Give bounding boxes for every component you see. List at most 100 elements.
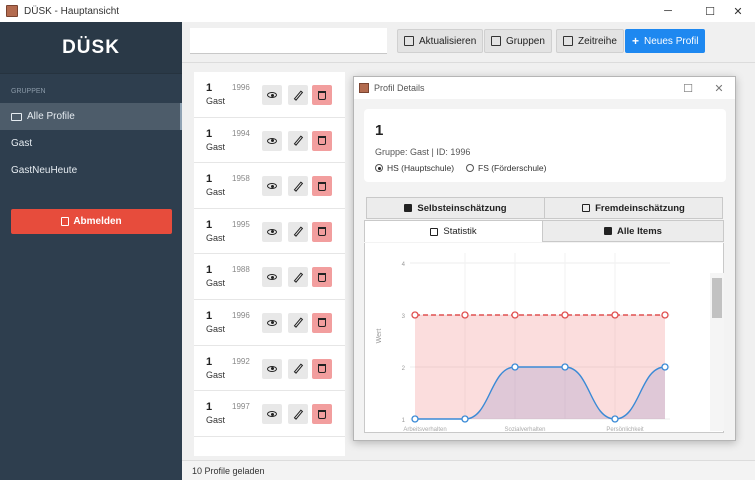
folder-icon (11, 112, 22, 121)
dialog-maximize-button[interactable]: ☐ (679, 79, 697, 97)
view-button[interactable] (262, 85, 282, 105)
pencil-icon (293, 226, 303, 237)
groups-header: GRUPPEN (11, 88, 46, 95)
trash-icon (318, 90, 326, 100)
radio-hs[interactable]: HS (Hauptschule) (375, 163, 454, 173)
dialog-title: Profil Details (374, 83, 425, 93)
list-item[interactable]: 1 Gast 1995 (194, 209, 345, 255)
view-button[interactable] (262, 221, 282, 242)
view-button[interactable] (262, 130, 282, 151)
sidebar: DÜSK GRUPPEN Alle Profile Gast GastNeuHe… (0, 22, 182, 480)
profile-id: 1 (206, 173, 213, 186)
pencil-icon (293, 272, 303, 283)
profile-id: 1 (206, 309, 213, 322)
profile-year: 1992 (232, 356, 250, 366)
profile-year: 1958 (232, 174, 250, 184)
tab-self-assessment[interactable]: Selbsteinschätzung (366, 197, 545, 219)
profile-year: 1997 (232, 402, 250, 412)
delete-button[interactable] (312, 267, 332, 288)
list-item[interactable]: 1 Gast 1992 (194, 346, 345, 392)
edit-button[interactable] (288, 312, 308, 333)
profile-group: Gast (206, 96, 226, 106)
radio-unselected-icon (466, 164, 474, 172)
edit-button[interactable] (288, 267, 308, 288)
profile-group: Gast (206, 415, 226, 426)
view-button[interactable] (262, 404, 282, 425)
view-button[interactable] (262, 267, 282, 288)
edit-button[interactable] (288, 176, 308, 197)
groups-label: Gruppen (506, 35, 545, 47)
profile-year: 1995 (232, 219, 250, 229)
radio-fs[interactable]: FS (Förderschule) (466, 163, 547, 173)
sidebar-item-gastneuheute[interactable]: GastNeuHeute (0, 157, 182, 184)
window-title: DÜSK - Hauptansicht (24, 5, 120, 17)
chart-scrollbar[interactable] (710, 273, 724, 431)
list-item[interactable]: 1 Gast 1958 (194, 163, 345, 209)
new-profile-button[interactable]: + Neues Profil (625, 29, 706, 53)
delete-button[interactable] (312, 221, 332, 242)
view-button[interactable] (262, 312, 282, 333)
trash-icon (318, 227, 326, 237)
plus-icon: + (632, 34, 640, 48)
edit-button[interactable] (288, 404, 308, 425)
groups-button[interactable]: Gruppen (484, 29, 552, 53)
minimize-button[interactable]: ─ (651, 0, 685, 22)
clipboard-icon (604, 227, 613, 235)
delete-button[interactable] (312, 176, 332, 197)
sidebar-item-label: Alle Profile (27, 111, 75, 122)
data-point-blue (511, 363, 519, 371)
pencil-icon (293, 135, 303, 146)
view-button[interactable] (262, 358, 282, 379)
list-item[interactable]: 1 Gast 1988 (194, 254, 345, 300)
tab-all-items[interactable]: Alle Items (542, 220, 724, 242)
sidebar-item-all-profiles[interactable]: Alle Profile (0, 103, 182, 130)
timeseries-button[interactable]: Zeitreihe (556, 29, 624, 53)
edit-button[interactable] (288, 358, 308, 379)
app-icon (359, 83, 369, 93)
pencil-icon (293, 317, 303, 328)
dialog-close-button[interactable]: ✕ (710, 79, 728, 97)
delete-button[interactable] (312, 312, 332, 333)
pencil-icon (293, 181, 303, 192)
pencil-icon (293, 363, 303, 374)
tab-label: Statistik (443, 226, 477, 237)
profile-group: Gast (206, 278, 226, 289)
profile-id: 1 (206, 401, 213, 414)
list-item[interactable]: 1 Gast 1996 (194, 300, 345, 346)
delete-button[interactable] (312, 358, 332, 379)
tab-statistics[interactable]: Statistik (364, 220, 543, 242)
trash-icon (318, 136, 326, 146)
close-button[interactable]: ✕ (721, 0, 755, 22)
statistics-chart: 1 2 3 4 Arbeitsverhalten Sozialverhalten Persö… (364, 243, 724, 433)
refresh-button[interactable]: Aktualisieren (397, 29, 484, 53)
data-point-blue (561, 363, 569, 371)
sidebar-item-gast[interactable]: Gast (0, 130, 182, 157)
delete-button[interactable] (312, 404, 332, 425)
search-input[interactable] (190, 28, 387, 54)
new-profile-label: Neues Profil (644, 35, 699, 47)
delete-button[interactable] (312, 85, 332, 105)
logout-label: Abmelden (73, 216, 122, 227)
data-point-red (561, 311, 569, 319)
scrollbar-thumb[interactable] (712, 278, 722, 318)
logout-button[interactable]: Abmelden (11, 209, 172, 234)
list-item[interactable]: 1 Gast 1997 (194, 391, 345, 437)
pencil-icon (293, 409, 303, 420)
view-button[interactable] (262, 176, 282, 197)
delete-button[interactable] (312, 130, 332, 151)
list-item[interactable]: 1 Gast 1996 (194, 72, 345, 118)
edit-button[interactable] (288, 130, 308, 151)
profile-card: 1 Gruppe: Gast | ID: 1996 HS (Hauptschul… (364, 109, 726, 182)
data-point-red (611, 311, 619, 319)
people-icon (582, 204, 591, 212)
profile-group: Gast (206, 232, 226, 243)
profile-year: 1988 (232, 265, 250, 275)
list-item[interactable]: 1 Gast 1994 (194, 118, 345, 164)
pencil-icon (293, 89, 303, 101)
tab-external-assessment[interactable]: Fremdeinschätzung (544, 197, 723, 219)
edit-button[interactable] (288, 85, 308, 105)
profile-info: Gruppe: Gast | ID: 1996 (375, 147, 471, 157)
eye-icon (267, 365, 277, 372)
edit-button[interactable] (288, 221, 308, 242)
trash-icon (318, 364, 326, 374)
